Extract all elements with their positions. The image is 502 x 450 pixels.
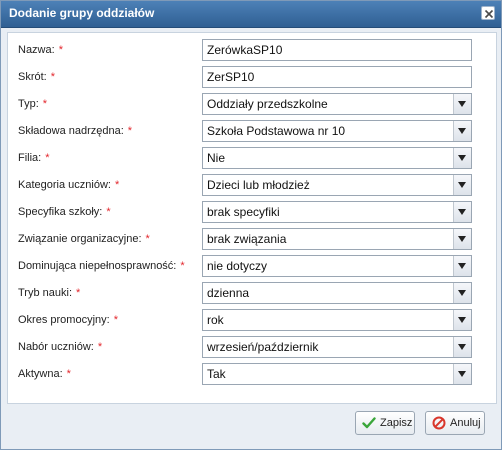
chevron-down-icon[interactable] [453,256,471,276]
dialog-titlebar[interactable]: Dodanie grupy oddziałów [1,1,501,28]
save-label: Zapisz [380,417,413,429]
close-icon [484,9,494,19]
field-row-nazwa: Nazwa: * ZerówkaSP10 [8,39,496,63]
chevron-down-icon[interactable] [453,175,471,195]
chevron-down-icon[interactable] [453,337,471,357]
field-row-skladowa: Składowa nadrzędna: * Szkoła Podstawowa n… [8,120,496,144]
field-row-kategoria: Kategoria uczniów: * Dzieci lub młodzież [8,174,496,198]
specyfika-select[interactable]: brak specyfiki [202,201,472,223]
chevron-down-icon[interactable] [453,121,471,141]
field-row-tryb: Tryb nauki: * dzienna [8,282,496,306]
close-button[interactable] [481,6,495,20]
field-row-niepelnosprawnosc: Dominująca niepełnosprawność: * nie dotyc… [8,255,496,279]
typ-select[interactable]: Oddziały przedszkolne [202,93,472,115]
filia-select[interactable]: Nie [202,147,472,169]
field-label: Aktywna: * [18,368,71,380]
kategoria-select[interactable]: Dzieci lub młodzież [202,174,472,196]
nabor-select[interactable]: wrzesień/październik [202,336,472,358]
field-row-specyfika: Specyfika szkoły: * brak specyfiki [8,201,496,225]
nazwa-input[interactable]: ZerówkaSP10 [202,39,472,61]
chevron-down-icon[interactable] [453,229,471,249]
okres-select[interactable]: rok [202,309,472,331]
chevron-down-icon[interactable] [453,310,471,330]
zwiazanie-select[interactable]: brak związania [202,228,472,250]
tryb-select[interactable]: dzienna [202,282,472,304]
field-label: Kategoria uczniów: * [18,179,120,191]
field-label: Okres promocyjny: * [18,314,118,326]
cancel-label: Anuluj [450,417,481,429]
aktywna-select[interactable]: Tak [202,363,472,385]
dialog-window: Dodanie grupy oddziałów Nazwa: * ZerówkaS… [0,0,502,450]
chevron-down-icon[interactable] [453,283,471,303]
field-label: Tryb nauki: * [18,287,81,299]
cancel-button[interactable]: Anuluj [425,411,485,435]
field-row-filia: Filia: * Nie [8,147,496,171]
field-label: Skrót: * [18,71,56,83]
form-panel: Nazwa: * ZerówkaSP10 Skrót: * ZerSP10 Typ:… [7,32,497,404]
chevron-down-icon[interactable] [453,148,471,168]
chevron-down-icon[interactable] [453,202,471,222]
field-label: Filia: * [18,152,50,164]
field-label: Związanie organizacyjne: * [18,233,150,245]
field-label: Typ: * [18,98,48,110]
chevron-down-icon[interactable] [453,94,471,114]
field-row-okres: Okres promocyjny: * rok [8,309,496,333]
field-label: Składowa nadrzędna: * [18,125,133,137]
field-label: Specyfika szkoły: * [18,206,111,218]
checkmark-icon [362,417,376,429]
niepelnosprawnosc-select[interactable]: nie dotyczy [202,255,472,277]
field-label: Nazwa: * [18,44,63,56]
field-row-aktywna: Aktywna: * Tak [8,363,496,387]
field-label: Nabór uczniów: * [18,341,103,353]
field-label: Dominująca niepełnosprawność: * [18,260,185,272]
chevron-down-icon[interactable] [453,364,471,384]
dialog-title: Dodanie grupy oddziałów [9,6,155,20]
field-row-nabor: Nabór uczniów: * wrzesień/październik [8,336,496,360]
save-button[interactable]: Zapisz [355,411,415,435]
skrot-input[interactable]: ZerSP10 [202,66,472,88]
skladowa-select[interactable]: Szkoła Podstawowa nr 10 [202,120,472,142]
field-row-zwiazanie: Związanie organizacyjne: * brak związania [8,228,496,252]
no-entry-icon [432,416,446,430]
field-row-skrot: Skrót: * ZerSP10 [8,66,496,90]
dialog-footer: Zapisz Anuluj [1,405,501,449]
field-row-typ: Typ: * Oddziały przedszkolne [8,93,496,117]
